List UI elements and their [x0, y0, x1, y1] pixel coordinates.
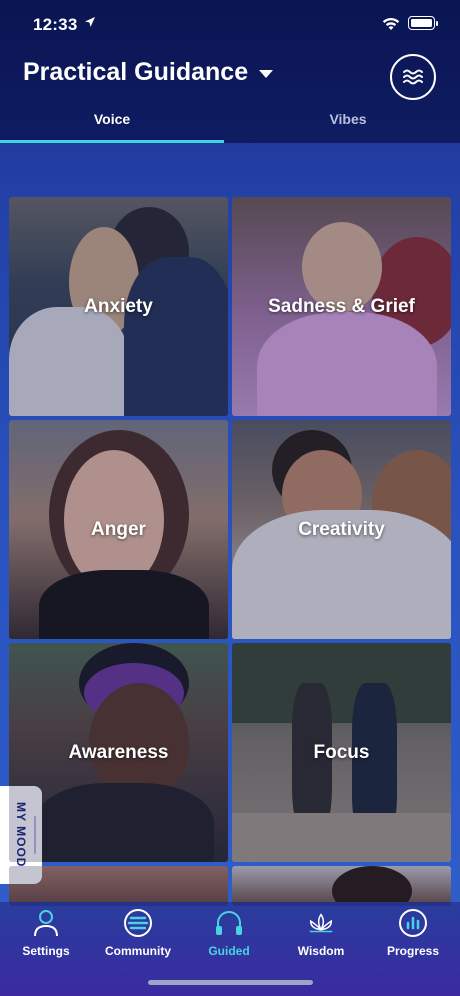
card-label: Focus — [313, 741, 370, 763]
card-awareness[interactable]: Awareness — [9, 643, 228, 862]
card-sadness-grief[interactable]: Sadness & Grief — [232, 197, 451, 416]
card-creativity[interactable]: Creativity — [232, 420, 451, 639]
nav-wisdom[interactable]: Wisdom — [276, 908, 366, 958]
nav-community[interactable]: Community — [93, 908, 183, 958]
card-label: Awareness — [68, 741, 169, 763]
card-partial-right[interactable] — [232, 866, 451, 906]
tab-voice[interactable]: Voice — [0, 104, 224, 143]
page-title-dropdown[interactable]: Practical Guidance — [23, 58, 274, 87]
lotus-icon — [306, 908, 336, 938]
card-anxiety[interactable]: Anxiety — [9, 197, 228, 416]
community-icon — [123, 908, 153, 938]
card-label: Anger — [91, 518, 146, 540]
tab-vibes-label: Vibes — [329, 111, 367, 127]
tab-bar: Voice Vibes — [0, 104, 460, 143]
card-focus[interactable]: Focus — [232, 643, 451, 862]
nav-progress-label: Progress — [386, 944, 440, 958]
nav-community-label: Community — [105, 944, 171, 958]
caret-down-icon — [259, 69, 274, 78]
nav-progress[interactable]: Progress — [368, 908, 458, 958]
headphones-icon — [214, 908, 244, 938]
nav-settings-label: Settings — [22, 944, 70, 958]
location-arrow-icon — [85, 17, 95, 27]
card-label: Sadness & Grief — [268, 295, 415, 317]
home-indicator[interactable] — [148, 980, 313, 985]
page-title: Practical Guidance — [23, 58, 249, 86]
card-anger[interactable]: Anger — [9, 420, 228, 639]
wifi-icon — [382, 17, 400, 30]
status-bar: 12:33 — [0, 0, 460, 50]
nav-guided[interactable]: Guided — [184, 908, 274, 958]
nav-guided-label: Guided — [208, 944, 250, 958]
tab-vibes[interactable]: Vibes — [236, 104, 460, 143]
tab-active-indicator — [0, 140, 224, 143]
battery-icon — [408, 16, 438, 30]
card-label: Creativity — [298, 518, 385, 540]
chart-icon — [398, 908, 428, 938]
nav-settings[interactable]: Settings — [1, 908, 91, 958]
card-label: Anxiety — [84, 295, 153, 317]
waves-icon — [403, 69, 423, 85]
waves-button[interactable] — [390, 54, 436, 100]
card-partial-left[interactable] — [9, 866, 228, 906]
tab-voice-label: Voice — [93, 111, 131, 127]
nav-wisdom-label: Wisdom — [297, 944, 345, 958]
status-time: 12:33 — [33, 15, 78, 34]
person-icon — [31, 908, 61, 938]
